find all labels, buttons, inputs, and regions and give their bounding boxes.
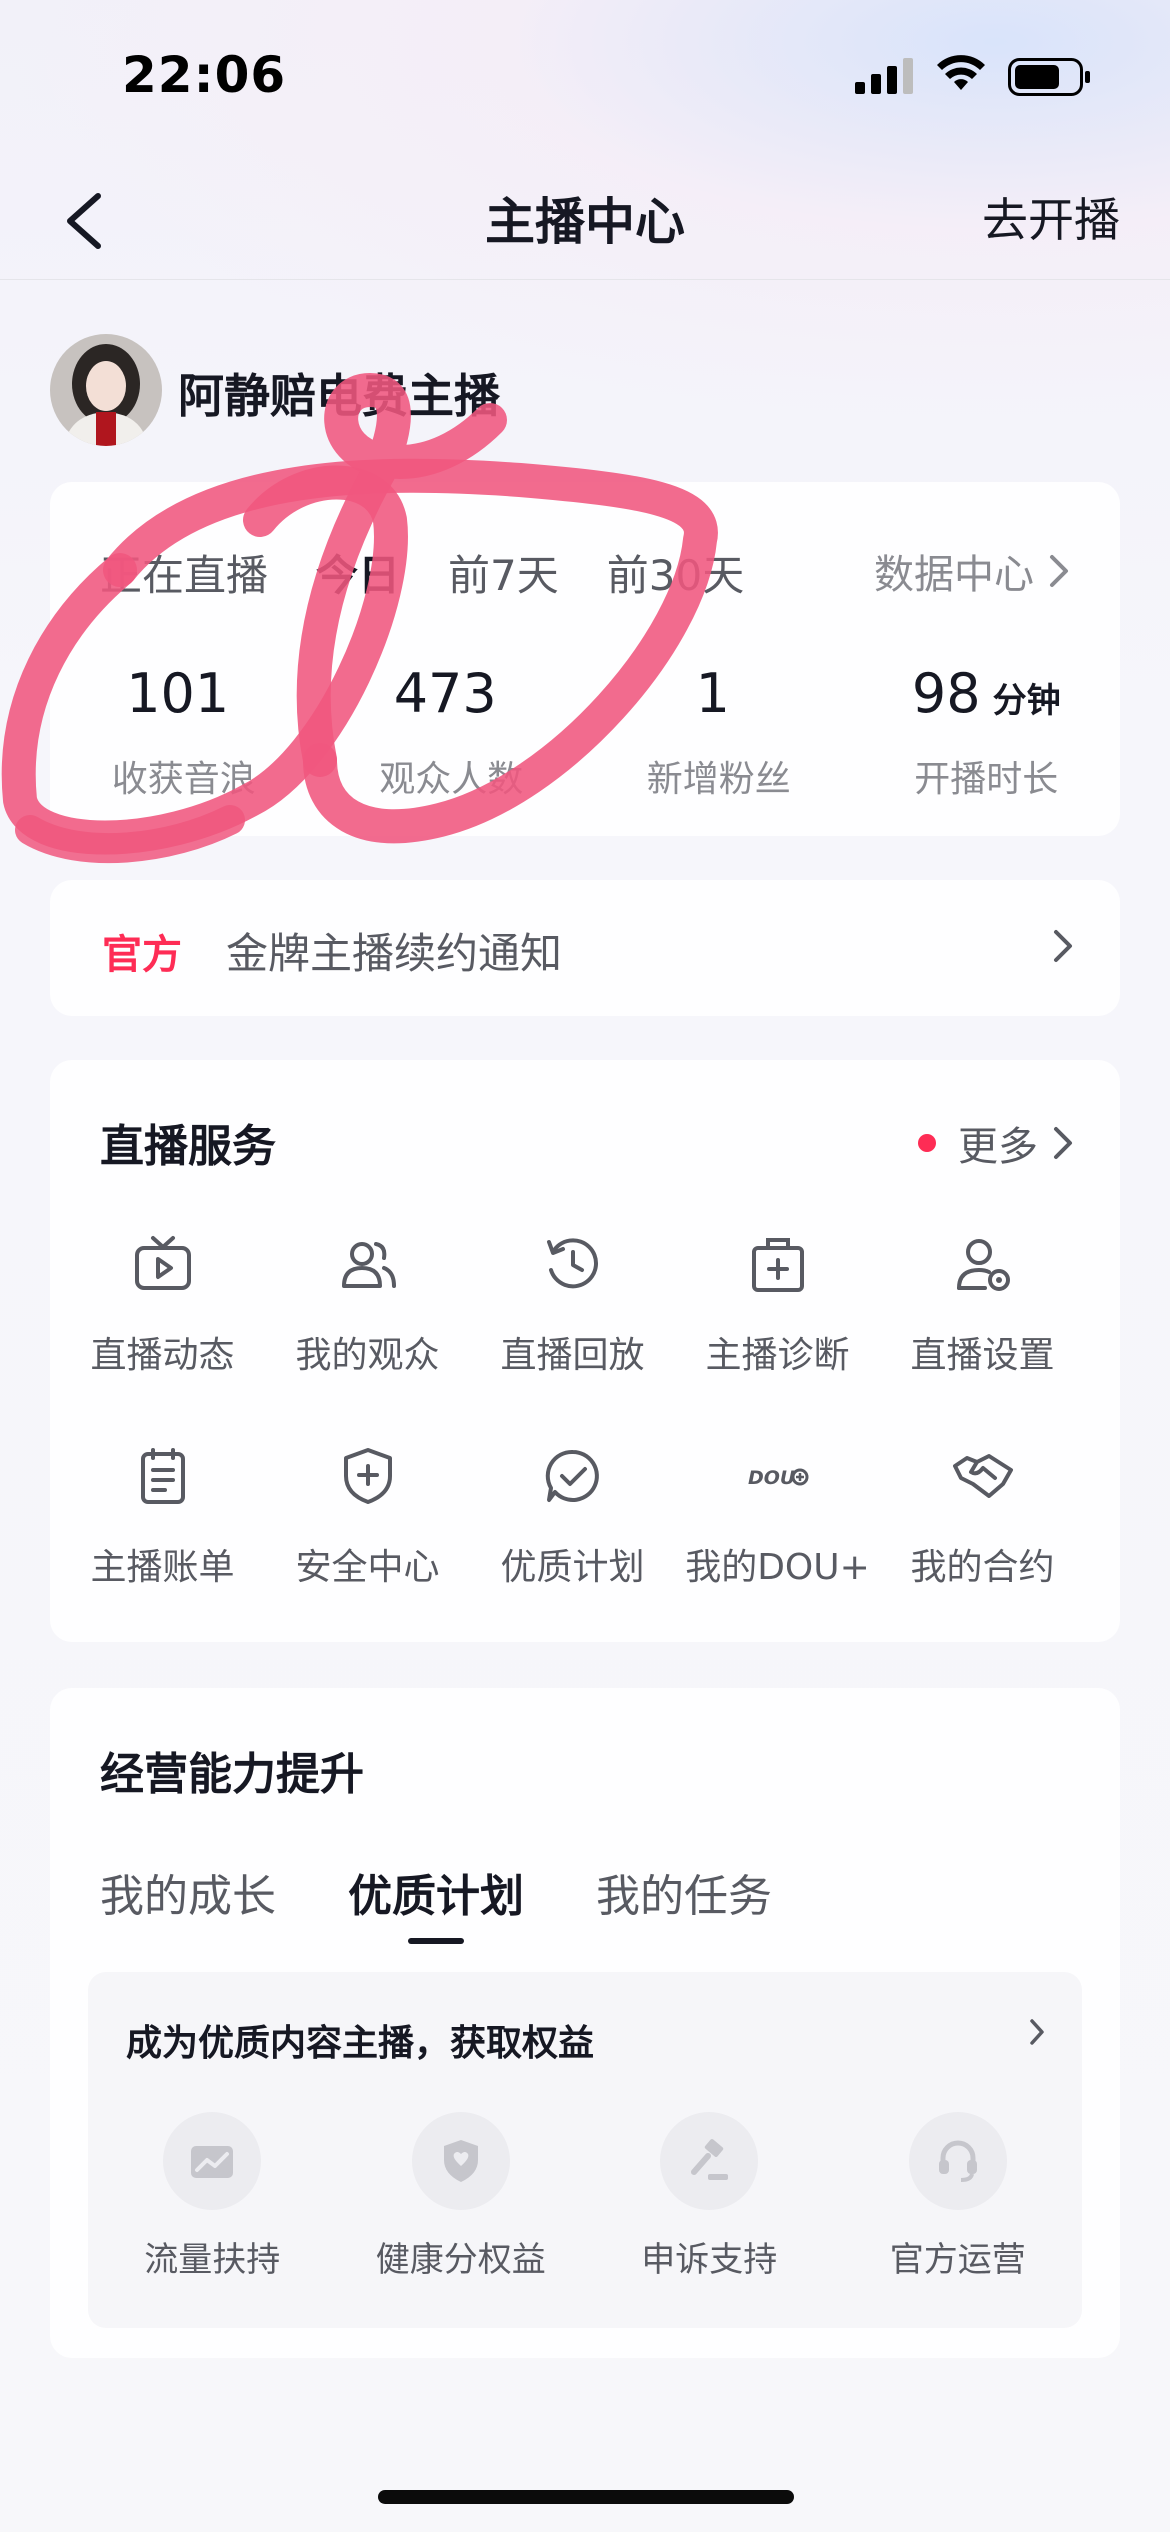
dou-plus-icon: DOU	[748, 1467, 808, 1489]
data-center-link[interactable]: 数据中心	[874, 542, 1070, 600]
service-label: 优质计划	[500, 1547, 645, 1588]
tab-last-7-days[interactable]: 前7天	[448, 542, 559, 602]
benefits-row: 流量扶持 健康分权益 申诉支持 官方运营	[88, 2112, 1082, 2281]
tv-play-icon	[134, 1236, 191, 1290]
service-label: 我的观众	[295, 1335, 440, 1376]
service-label: 直播动态	[90, 1335, 235, 1376]
service-grid: 直播动态 我的观众 直播回放 主播诊断 直播设置 主播账单 安全中心 优质计划 …	[50, 1232, 1120, 1656]
service-anchor-bill[interactable]: 主播账单	[60, 1444, 265, 1656]
stat-value: 1	[695, 662, 730, 725]
benefit-label: 官方运营	[889, 2240, 1026, 2280]
status-time: 22:06	[122, 46, 287, 104]
live-services-card: 直播服务 更多 直播动态 我的观众 直播回放 主播诊断 直播设置 主播账单 安全…	[50, 1060, 1120, 1642]
more-link[interactable]: 更多	[918, 1114, 1074, 1172]
chevron-right-icon	[1030, 2019, 1044, 2045]
tab-live-now[interactable]: 正在直播	[100, 542, 268, 602]
quality-plan-title: 成为优质内容主播，获取权益	[126, 2023, 595, 2064]
business-growth-card: 经营能力提升 我的成长 优质计划 我的任务 成为优质内容主播，获取权益 流量扶持	[50, 1688, 1120, 2358]
benefit-official-operation[interactable]: 官方运营	[834, 2112, 1083, 2281]
tab-my-growth[interactable]: 我的成长	[100, 1860, 276, 1950]
service-my-audience[interactable]: 我的观众	[265, 1232, 470, 1444]
benefit-traffic-support[interactable]: 流量扶持	[88, 2112, 337, 2281]
service-label: 直播回放	[500, 1335, 645, 1376]
chevron-right-icon	[1054, 1127, 1072, 1159]
cellular-signal-icon	[855, 58, 913, 94]
benefit-health-score[interactable]: 健康分权益	[337, 2112, 586, 2281]
official-tag: 官方	[102, 932, 182, 978]
benefit-appeal-support[interactable]: 申诉支持	[585, 2112, 834, 2281]
navigation-bar: 主播中心 去开播	[0, 160, 1170, 280]
service-label: 主播诊断	[705, 1335, 850, 1376]
tab-last-30-days[interactable]: 前30天	[607, 542, 744, 602]
headset-icon	[908, 2112, 1007, 2210]
stat-label: 收获音浪	[111, 759, 256, 800]
health-shield-icon	[411, 2112, 510, 2210]
stats-card: 正在直播 今日 前7天 前30天 数据中心 101 收获音浪 473 观众人数 …	[50, 482, 1120, 836]
service-live-updates[interactable]: 直播动态	[60, 1232, 265, 1444]
official-notice-card[interactable]: 官方 金牌主播续约通知	[50, 880, 1120, 1016]
service-my-contract[interactable]: 我的合约	[880, 1444, 1085, 1656]
audience-icon	[341, 1242, 396, 1288]
medical-kit-icon	[751, 1238, 804, 1292]
dou-plus-logo-text: DOU	[748, 1467, 796, 1489]
service-label: 我的合约	[910, 1547, 1055, 1588]
section-title: 直播服务	[100, 1121, 276, 1172]
benefit-label: 流量扶持	[144, 2240, 281, 2280]
status-bar: 22:06	[0, 0, 1170, 150]
benefit-label: 申诉支持	[641, 2240, 778, 2280]
gavel-icon	[660, 2112, 759, 2210]
stat-label: 新增粉丝	[646, 759, 791, 800]
benefit-label: 健康分权益	[375, 2240, 546, 2280]
anchor-name: 阿静赔电费主播	[178, 369, 500, 423]
notice-text: 金牌主播续约通知	[226, 929, 563, 978]
stat-value: 473	[393, 662, 497, 725]
period-tabs: 正在直播 今日 前7天 前30天	[100, 542, 792, 602]
service-label: 我的DOU+	[685, 1547, 870, 1588]
more-label: 更多	[958, 1124, 1038, 1170]
stat-new-followers[interactable]: 1 新增粉丝	[585, 662, 853, 802]
wifi-icon	[937, 55, 985, 90]
service-live-settings[interactable]: 直播设置	[880, 1232, 1085, 1444]
bill-icon	[140, 1448, 185, 1504]
service-my-dou-plus[interactable]: DOU 我的DOU+	[675, 1444, 880, 1656]
notification-dot	[918, 1134, 936, 1152]
stat-label: 开播时长	[914, 759, 1059, 800]
service-label: 主播账单	[90, 1547, 235, 1588]
stat-sound-waves[interactable]: 101 收获音浪	[50, 662, 318, 802]
service-security-center[interactable]: 安全中心	[265, 1444, 470, 1656]
stats-row: 101 收获音浪 473 观众人数 1 新增粉丝 98 分钟 开播时长	[50, 662, 1120, 802]
data-center-label: 数据中心	[874, 552, 1034, 598]
home-indicator[interactable]	[378, 2490, 794, 2504]
stat-label: 观众人数	[379, 759, 524, 800]
service-live-replay[interactable]: 直播回放	[470, 1232, 675, 1444]
stat-value: 98 分钟	[911, 662, 1061, 725]
go-live-button[interactable]: 去开播	[982, 184, 1120, 250]
service-quality-plan[interactable]: 优质计划	[470, 1444, 675, 1656]
quality-plan-panel[interactable]: 成为优质内容主播，获取权益 流量扶持 健康分权益 申诉支持 官方运营	[88, 1972, 1082, 2328]
service-label: 直播设置	[910, 1335, 1055, 1376]
user-settings-icon	[956, 1239, 1010, 1291]
avatar-image	[50, 334, 162, 446]
avatar[interactable]	[50, 334, 162, 446]
replay-clock-icon	[546, 1238, 598, 1289]
chevron-right-icon	[1050, 555, 1068, 587]
traffic-chart-icon	[163, 2112, 262, 2210]
stat-value: 101	[126, 662, 230, 725]
shield-plus-icon	[343, 1448, 392, 1504]
handshake-icon	[952, 1454, 1013, 1498]
stat-live-duration[interactable]: 98 分钟 开播时长	[853, 662, 1121, 802]
tab-today[interactable]: 今日	[316, 542, 400, 602]
stat-viewers[interactable]: 473 观众人数	[318, 662, 586, 802]
section-title: 经营能力提升	[100, 1749, 364, 1800]
service-anchor-diagnosis[interactable]: 主播诊断	[675, 1232, 880, 1444]
service-label: 安全中心	[295, 1547, 440, 1588]
tab-quality-plan[interactable]: 优质计划	[348, 1860, 524, 1950]
check-chat-icon	[545, 1449, 599, 1502]
battery-icon	[1008, 58, 1090, 96]
chevron-right-icon	[1054, 930, 1072, 962]
tab-my-tasks[interactable]: 我的任务	[596, 1860, 772, 1950]
growth-tabs: 我的成长 优质计划 我的任务	[100, 1860, 844, 1950]
